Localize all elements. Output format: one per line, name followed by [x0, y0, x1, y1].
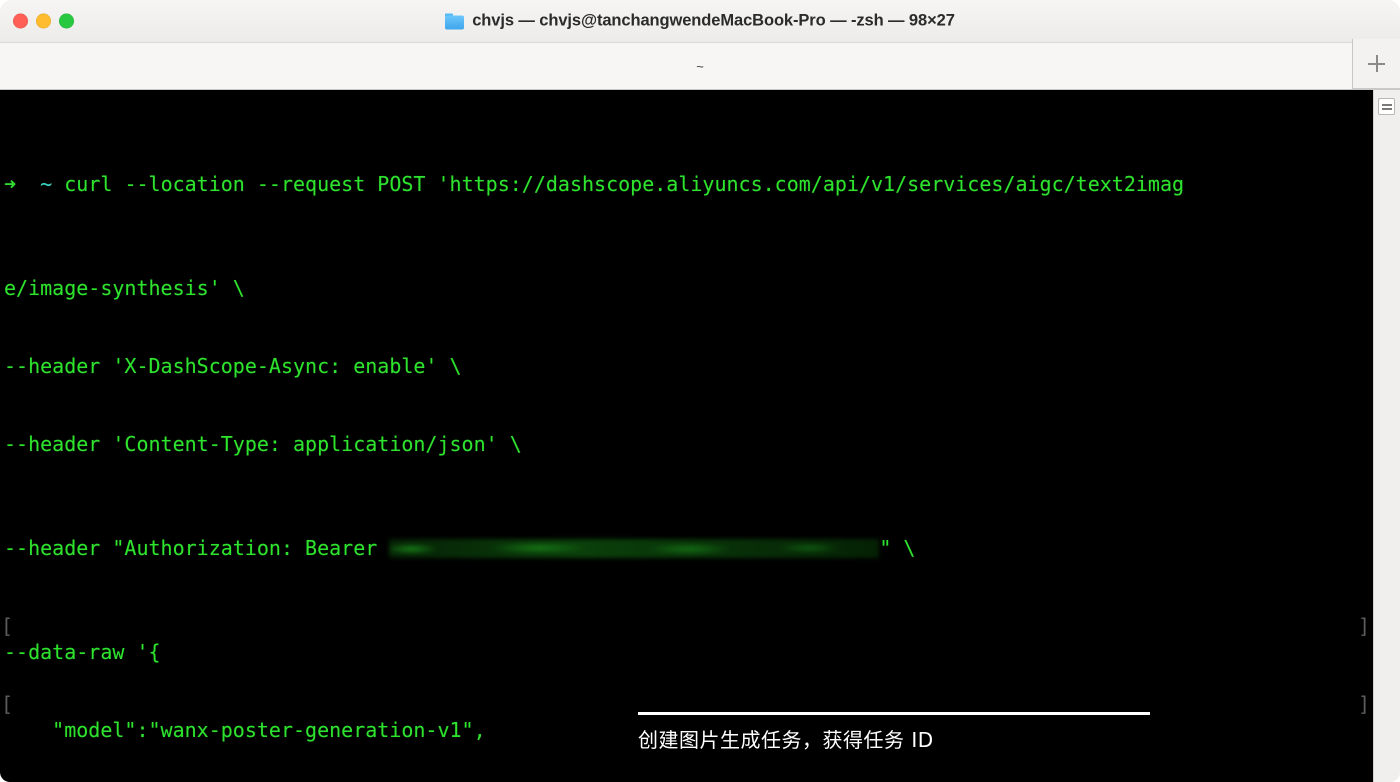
window-title-group: chvjs — chvjs@tanchangwendeMacBook-Pro —…: [0, 12, 1400, 31]
output-marker-left: [: [1, 614, 14, 638]
window-title: chvjs — chvjs@tanchangwendeMacBook-Pro —…: [472, 11, 955, 30]
maximize-button[interactable]: [59, 13, 74, 29]
authorization-prefix: --header "Authorization: Bearer: [4, 536, 390, 560]
annotation-underline: [638, 712, 1150, 715]
tab-bar: ~: [0, 39, 1400, 90]
traffic-lights: [13, 13, 74, 29]
terminal-scrollbar[interactable]: [1373, 90, 1400, 782]
terminal-line-prompt-command: ➜ ~ curl --location --request POST 'http…: [4, 171, 1373, 197]
prompt-arrow-icon: ➜: [4, 172, 17, 196]
folder-icon: [445, 13, 465, 29]
output-marker-left: [: [1, 692, 14, 716]
annotation-overlay: 创建图片生成任务，获得任务 ID: [638, 712, 1158, 753]
annotation-caption: 创建图片生成任务，获得任务 ID: [638, 728, 934, 752]
command-text: curl --location --request POST 'https://…: [64, 172, 1185, 196]
output-marker-right: ]: [1357, 692, 1370, 716]
prompt-dir: ~: [40, 172, 53, 196]
terminal-line: --data-raw '{: [4, 640, 161, 664]
tab-home[interactable]: ~: [696, 59, 704, 74]
terminal-window: chvjs — chvjs@tanchangwendeMacBook-Pro —…: [0, 0, 1400, 782]
output-marker-right: ]: [1357, 614, 1370, 638]
terminal-area: ➜ ~ curl --location --request POST 'http…: [0, 90, 1400, 782]
terminal-line: e/image-synthesis' \: [4, 276, 245, 300]
terminal-line: --header 'X-DashScope-Async: enable' \: [4, 354, 462, 378]
terminal-line-authorization: --header "Authorization: Bearer " \: [4, 535, 1373, 561]
new-tab-button[interactable]: [1352, 39, 1400, 89]
plus-icon: [1368, 55, 1385, 72]
terminal-screen[interactable]: ➜ ~ curl --location --request POST 'http…: [0, 90, 1373, 782]
scroll-thumb[interactable]: [1378, 98, 1395, 115]
authorization-suffix: " \: [879, 536, 916, 560]
terminal-line: --header 'Content-Type: application/json…: [4, 432, 522, 456]
minimize-button[interactable]: [36, 13, 51, 29]
close-button[interactable]: [13, 13, 28, 29]
redacted-api-key: [389, 539, 880, 558]
window-titlebar: chvjs — chvjs@tanchangwendeMacBook-Pro —…: [0, 0, 1400, 43]
terminal-text: ➜ ~ curl --location --request POST 'http…: [0, 90, 1373, 782]
